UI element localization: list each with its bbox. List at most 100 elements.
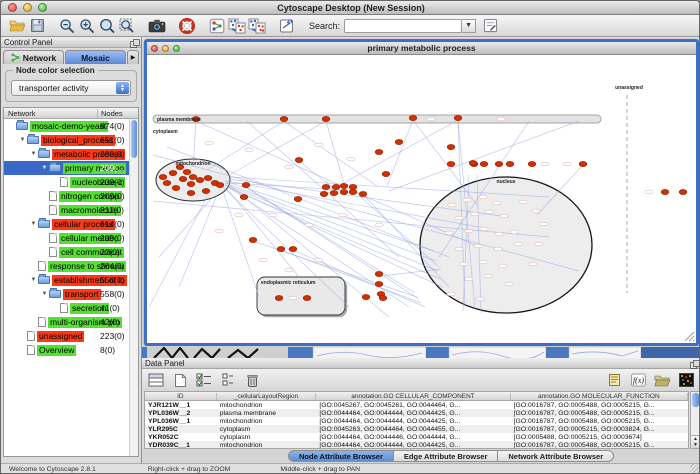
tree-row[interactable]: ▼primary metabo209(... xyxy=(4,161,129,175)
network-node[interactable] xyxy=(409,115,417,120)
network-node[interactable] xyxy=(447,144,455,149)
network-node[interactable] xyxy=(349,184,357,189)
tree-row[interactable]: multi-organism pro42(0) xyxy=(4,315,129,329)
table-cell[interactable]: [GO:0044464, GO:0044446, GO:0044444, G..… xyxy=(316,434,510,441)
network-node[interactable] xyxy=(480,161,488,166)
attribute-checklist-button[interactable] xyxy=(194,370,214,390)
network-node[interactable] xyxy=(204,175,212,180)
attribute-browser-tab[interactable]: Network Attribute Browser xyxy=(498,450,614,462)
data-panel-float-icon[interactable] xyxy=(690,360,698,367)
network-node[interactable] xyxy=(679,189,687,194)
table-row[interactable]: YPL036W__1mitochondrion[GO:0044464, GO:0… xyxy=(145,417,688,425)
table-cell[interactable]: mitochondrion xyxy=(217,402,317,409)
table-row[interactable]: YLR295Ccytoplasm[GO:0045263, GO:0044464,… xyxy=(145,425,688,433)
tree-row[interactable]: Overview8(0) xyxy=(4,343,129,357)
table-cell[interactable]: cytoplasm xyxy=(217,426,317,433)
tree-scrollbar[interactable] xyxy=(129,119,138,456)
network-node[interactable] xyxy=(183,169,191,174)
network-node[interactable] xyxy=(375,149,383,154)
table-column-header[interactable]: annotation.GO CELLULAR_COMPONENT xyxy=(316,393,510,400)
network-node[interactable] xyxy=(330,190,338,195)
table-cell[interactable]: mitochondrion xyxy=(217,442,317,449)
tree-row[interactable]: macromolecule311(0) xyxy=(4,203,129,217)
tree-row[interactable]: mosaic-demo-yeast874(0) xyxy=(4,119,129,133)
vizmapper-button[interactable] xyxy=(277,16,297,36)
network-node[interactable] xyxy=(379,295,387,300)
network-node[interactable] xyxy=(579,161,587,166)
node-color-select[interactable]: transporter activity ▲▼ xyxy=(11,80,131,96)
import-attributes-button[interactable] xyxy=(652,370,672,390)
network-node[interactable] xyxy=(447,161,455,166)
tree-col-network[interactable]: Network xyxy=(4,109,98,118)
table-cell[interactable]: YDR039C__1 xyxy=(145,442,217,449)
table-cell[interactable]: YJR121W__1 xyxy=(145,402,217,409)
network-node[interactable] xyxy=(187,181,195,186)
table-row[interactable]: YPL036W__2plasma membrane[GO:0044464, GO… xyxy=(145,409,688,417)
network-node[interactable] xyxy=(196,177,204,182)
table-cell[interactable]: YLR295C xyxy=(145,426,217,433)
window-titlebar[interactable]: Cytoscape Desktop (New Session) xyxy=(1,1,700,15)
table-cell[interactable]: [GO:0044464, GO:0044444, GO:0044425, G..… xyxy=(316,442,510,449)
save-button[interactable] xyxy=(27,16,47,36)
function-builder-button[interactable]: f(x) xyxy=(628,370,648,390)
network-node[interactable] xyxy=(362,294,370,299)
layout-b-button[interactable] xyxy=(247,16,267,36)
help-button[interactable] xyxy=(177,16,197,36)
tree-row[interactable]: ▼metabolic process280(0) xyxy=(4,147,129,161)
tree-expander-icon[interactable]: ▼ xyxy=(29,221,38,227)
tree-row-label[interactable]: unassigned xyxy=(37,331,84,342)
tree-row[interactable]: cell communicat22(0) xyxy=(4,245,129,259)
table-column-header[interactable]: annotation.GO MOLECULAR_FUNCTION xyxy=(511,393,688,400)
network-node[interactable] xyxy=(169,170,177,175)
tree-row[interactable]: ▼biological_process651(0) xyxy=(4,133,129,147)
table-scrollbar-thumb[interactable] xyxy=(692,393,699,407)
table-cell[interactable]: [GO:0045263, GO:0044464, GO:0044455, G..… xyxy=(316,426,510,433)
network-node[interactable] xyxy=(349,189,357,194)
table-cell[interactable]: [GO:0016787, GO:0005215, GO:0003824, G..… xyxy=(511,426,688,433)
tree-expander-icon[interactable]: ▼ xyxy=(18,137,27,143)
table-cell[interactable]: YPL036W__1 xyxy=(145,418,217,425)
window-resize-grip[interactable] xyxy=(690,464,700,474)
table-cell[interactable]: [GO:0045267, GO:0045261, GO:0044464, G..… xyxy=(316,402,510,409)
network-window-titlebar[interactable]: primary metabolic process xyxy=(147,42,696,55)
unselect-attributes-button[interactable] xyxy=(218,370,238,390)
table-cell[interactable]: YKR052C xyxy=(145,434,217,441)
network-node[interactable] xyxy=(187,190,195,195)
network-node[interactable] xyxy=(240,194,248,199)
tree-row[interactable]: nitrogen compo209(0) xyxy=(4,189,129,203)
tab-network[interactable]: Network xyxy=(3,50,64,64)
network-node[interactable] xyxy=(661,189,669,194)
tree-expander-icon[interactable]: ▼ xyxy=(40,165,49,171)
network-canvas[interactable]: plasma membranecytoplasmmitochondrionnuc… xyxy=(147,55,696,343)
tree-expander-icon[interactable]: ▼ xyxy=(29,151,38,157)
table-cell[interactable]: [GO:0044464, GO:0044444, GO:0044425, G..… xyxy=(316,410,510,417)
tab-overflow-button[interactable]: ▶ xyxy=(127,50,139,64)
network-node[interactable] xyxy=(275,295,283,300)
network-node[interactable] xyxy=(340,189,348,194)
attribute-browser-tab[interactable]: Edge Attribute Browser xyxy=(394,450,498,462)
table-row[interactable]: YDR039C__1mitochondrion[GO:0044464, GO:0… xyxy=(145,441,688,449)
tree-row-label[interactable]: Overview xyxy=(37,345,76,356)
table-column-header[interactable]: _cellularLayoutRegion xyxy=(217,393,317,400)
tree-row[interactable]: nucleobase-c209(0) xyxy=(4,175,129,189)
network-manager-button[interactable] xyxy=(207,16,227,36)
zoom-in-button[interactable] xyxy=(77,16,97,36)
network-view-window[interactable]: primary metabolic process plasma membran… xyxy=(144,39,699,346)
network-node[interactable] xyxy=(382,171,390,176)
network-node[interactable] xyxy=(216,182,224,187)
network-node[interactable] xyxy=(242,182,250,187)
tree-row[interactable]: ▼establishment of lo558(0) xyxy=(4,273,129,287)
network-node[interactable] xyxy=(303,295,311,300)
tree-expander-icon[interactable]: ▼ xyxy=(40,291,49,297)
table-cell[interactable]: [GO:0005488, GO:0005215, GO:0003674] xyxy=(511,434,688,441)
network-node[interactable] xyxy=(506,161,514,166)
tree-row-label[interactable]: mosaic-demo-yeast xyxy=(30,121,108,132)
network-node[interactable] xyxy=(249,237,257,242)
table-cell[interactable]: mitochondrion xyxy=(217,418,317,425)
zoom-out-button[interactable] xyxy=(57,16,77,36)
select-attributes-button[interactable] xyxy=(146,370,166,390)
network-node[interactable] xyxy=(202,188,210,193)
table-cell[interactable]: YPL036W__2 xyxy=(145,410,217,417)
network-node[interactable] xyxy=(179,176,187,181)
tree-row[interactable]: secretion41(0) xyxy=(4,301,129,315)
